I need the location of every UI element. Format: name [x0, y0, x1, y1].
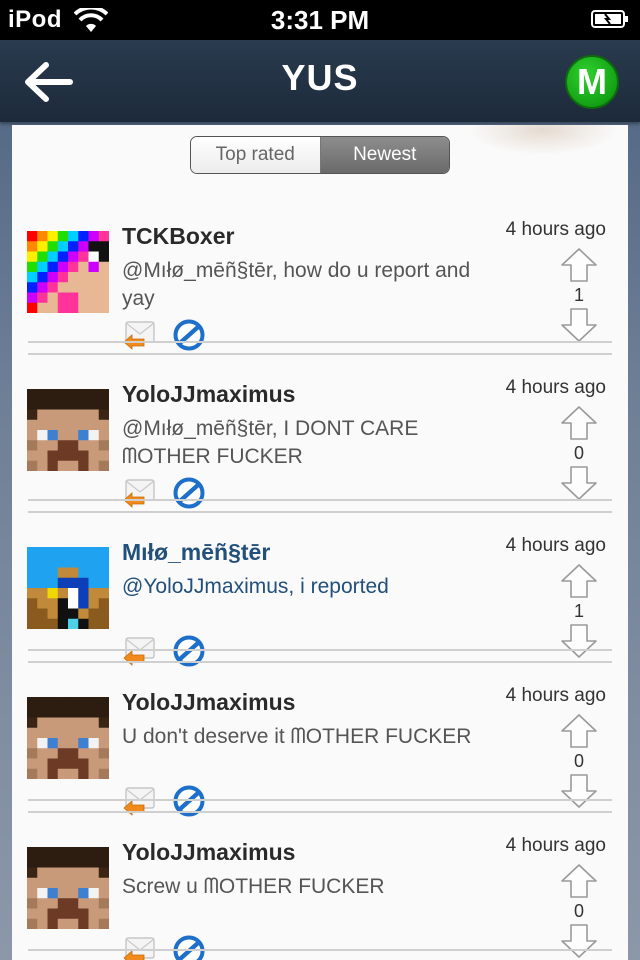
upvote-arrow-icon[interactable]	[560, 247, 598, 283]
comment-username[interactable]: YoloJJmaximus	[122, 689, 295, 716]
downvote-arrow-icon[interactable]	[560, 307, 598, 343]
downvote-arrow-icon[interactable]	[560, 773, 598, 809]
downvote-arrow-icon[interactable]	[560, 923, 598, 959]
comment-row: TCKBoxer @Mıłø_mēñ§tēr, how do u report a…	[12, 195, 628, 352]
comment-row: YoloJJmaximus Screw u ᗰOTHER FUCKER 4 hour…	[12, 811, 628, 960]
comment-timestamp: 4 hours ago	[505, 685, 606, 706]
upvote-arrow-icon[interactable]	[560, 405, 598, 441]
status-bar: iPod 3:31 PM	[0, 0, 640, 40]
row-divider	[28, 499, 612, 501]
upvote-arrow-icon[interactable]	[560, 713, 598, 749]
clock: 3:31 PM	[270, 5, 370, 35]
sort-segmented-control: Top rated Newest	[190, 136, 450, 174]
background-decoration	[468, 125, 618, 155]
row-divider	[28, 353, 612, 355]
reply-icon[interactable]	[122, 936, 156, 960]
vote-score: 0	[573, 443, 584, 463]
row-divider	[28, 799, 612, 801]
tab-newest[interactable]: Newest	[320, 137, 449, 173]
comment-text: U don't deserve it ᗰOTHER FUCKER	[122, 725, 472, 748]
comment-timestamp: 4 hours ago	[505, 535, 606, 556]
steve-avatar-icon[interactable]	[27, 697, 109, 779]
comment-row: Mıłø_mēñ§tēr @YoloJJmaximus, i reported 4 …	[12, 511, 628, 668]
tab-top-rated[interactable]: Top rated	[191, 137, 321, 173]
comment-username[interactable]: TCKBoxer	[122, 223, 234, 250]
comments-panel[interactable]: Top rated Newest TCKBoxer @Mıłø_mēñ§tēr, …	[12, 125, 628, 960]
steve-avatar-icon[interactable]	[27, 389, 109, 471]
comment-row: YoloJJmaximus U don't deserve it ᗰOTHER F…	[12, 661, 628, 818]
steve-avatar-icon[interactable]	[27, 847, 109, 929]
block-icon[interactable]	[173, 935, 205, 960]
comment-text: @Mıłø_mēñ§tēr, how do u report and yay	[122, 259, 471, 310]
comment-text: Screw u ᗰOTHER FUCKER	[122, 875, 385, 898]
vote-score: 1	[573, 601, 584, 621]
page-title: YUS	[281, 57, 359, 98]
reply-icon[interactable]	[122, 478, 156, 508]
block-icon[interactable]	[173, 477, 205, 509]
comment-timestamp: 4 hours ago	[505, 835, 606, 856]
vote-score: 1	[573, 285, 584, 305]
comment-username[interactable]: YoloJJmaximus	[122, 839, 295, 866]
comment-text: @YoloJJmaximus, i reported	[122, 575, 389, 598]
downvote-arrow-icon[interactable]	[560, 465, 598, 501]
navigation-bar: YUS M	[0, 40, 640, 122]
vote-score: 0	[573, 901, 584, 921]
row-divider	[28, 511, 612, 513]
block-icon[interactable]	[173, 319, 205, 351]
comment-username[interactable]: YoloJJmaximus	[122, 381, 295, 408]
row-divider	[28, 949, 612, 951]
comment-timestamp: 4 hours ago	[505, 219, 606, 240]
reply-icon[interactable]	[122, 320, 156, 350]
battery-icon	[591, 10, 628, 28]
comment-row: YoloJJmaximus @Mıłø_mēñ§tēr, I DONT CARE …	[12, 353, 628, 510]
comment-text: @Mıłø_mēñ§tēr, I DONT CARE ᗰOTHER FUCKER	[122, 417, 419, 468]
upvote-arrow-icon[interactable]	[560, 863, 598, 899]
comment-timestamp: 4 hours ago	[505, 377, 606, 398]
profile-button[interactable]: M	[565, 55, 619, 109]
vote-score: 0	[573, 751, 584, 771]
blue-sky-avatar-icon[interactable]	[27, 547, 109, 629]
upvote-arrow-icon[interactable]	[560, 563, 598, 599]
row-divider	[28, 661, 612, 663]
rainbow-avatar-icon[interactable]	[27, 231, 109, 313]
row-divider	[28, 649, 612, 651]
row-divider	[28, 811, 612, 813]
comment-username[interactable]: Mıłø_mēñ§tēr	[122, 539, 270, 566]
downvote-arrow-icon[interactable]	[560, 623, 598, 659]
row-divider	[28, 341, 612, 343]
